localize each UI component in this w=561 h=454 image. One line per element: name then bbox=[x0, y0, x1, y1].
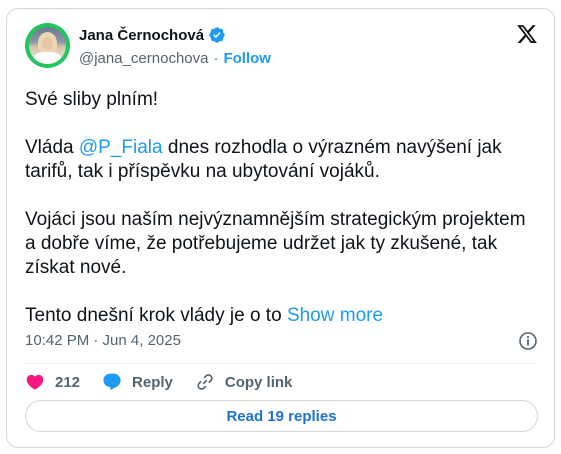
author-name[interactable]: Jana Černochová bbox=[79, 27, 204, 44]
tweet-card: Jana Černochová @jana_cernochova · Follo… bbox=[6, 8, 555, 448]
follow-button[interactable]: Follow bbox=[223, 50, 271, 67]
tweet-paragraph-3: Vojáci jsou naším nejvýznamnějším strate… bbox=[25, 209, 526, 278]
tweet-paragraph-1: Své sliby plním! bbox=[25, 89, 159, 110]
author-name-row: Jana Černochová bbox=[79, 26, 226, 44]
reply-bubble-icon bbox=[102, 372, 122, 392]
mention-link[interactable]: @P_Fiala bbox=[79, 137, 163, 158]
author-handle-row: @jana_cernochova · Follow bbox=[79, 50, 271, 67]
tweet-paragraph-4: Tento dnešní krok vlády je o to Show mor… bbox=[25, 305, 384, 326]
verified-badge-icon bbox=[208, 26, 226, 44]
action-bar: 212 Reply Copy link bbox=[25, 371, 314, 393]
like-count: 212 bbox=[55, 373, 81, 391]
tweet-text: Své sliby plním! Vláda @P_Fiala dnes roz… bbox=[25, 88, 535, 328]
avatar[interactable] bbox=[25, 23, 70, 68]
x-logo-icon[interactable] bbox=[516, 23, 538, 50]
info-icon[interactable] bbox=[518, 331, 538, 356]
read-replies-button[interactable]: Read 19 replies bbox=[25, 400, 538, 432]
divider bbox=[25, 363, 536, 364]
copy-link-label: Copy link bbox=[224, 373, 293, 391]
like-button[interactable]: 212 bbox=[25, 372, 80, 392]
show-more-link[interactable]: Show more bbox=[287, 305, 383, 326]
heart-icon bbox=[25, 372, 45, 392]
reply-button[interactable]: Reply bbox=[102, 372, 173, 392]
reply-label: Reply bbox=[132, 373, 173, 391]
copy-link-button[interactable]: Copy link bbox=[195, 372, 293, 392]
avatar-photo bbox=[29, 27, 66, 64]
author-handle[interactable]: @jana_cernochova bbox=[79, 50, 208, 67]
link-icon bbox=[195, 372, 215, 392]
tweet-timestamp[interactable]: 10:42 PM · Jun 4, 2025 bbox=[25, 332, 181, 349]
tweet-paragraph-2: Vláda @P_Fiala dnes rozhodla o výrazném … bbox=[25, 137, 502, 182]
separator-dot: · bbox=[213, 50, 219, 67]
